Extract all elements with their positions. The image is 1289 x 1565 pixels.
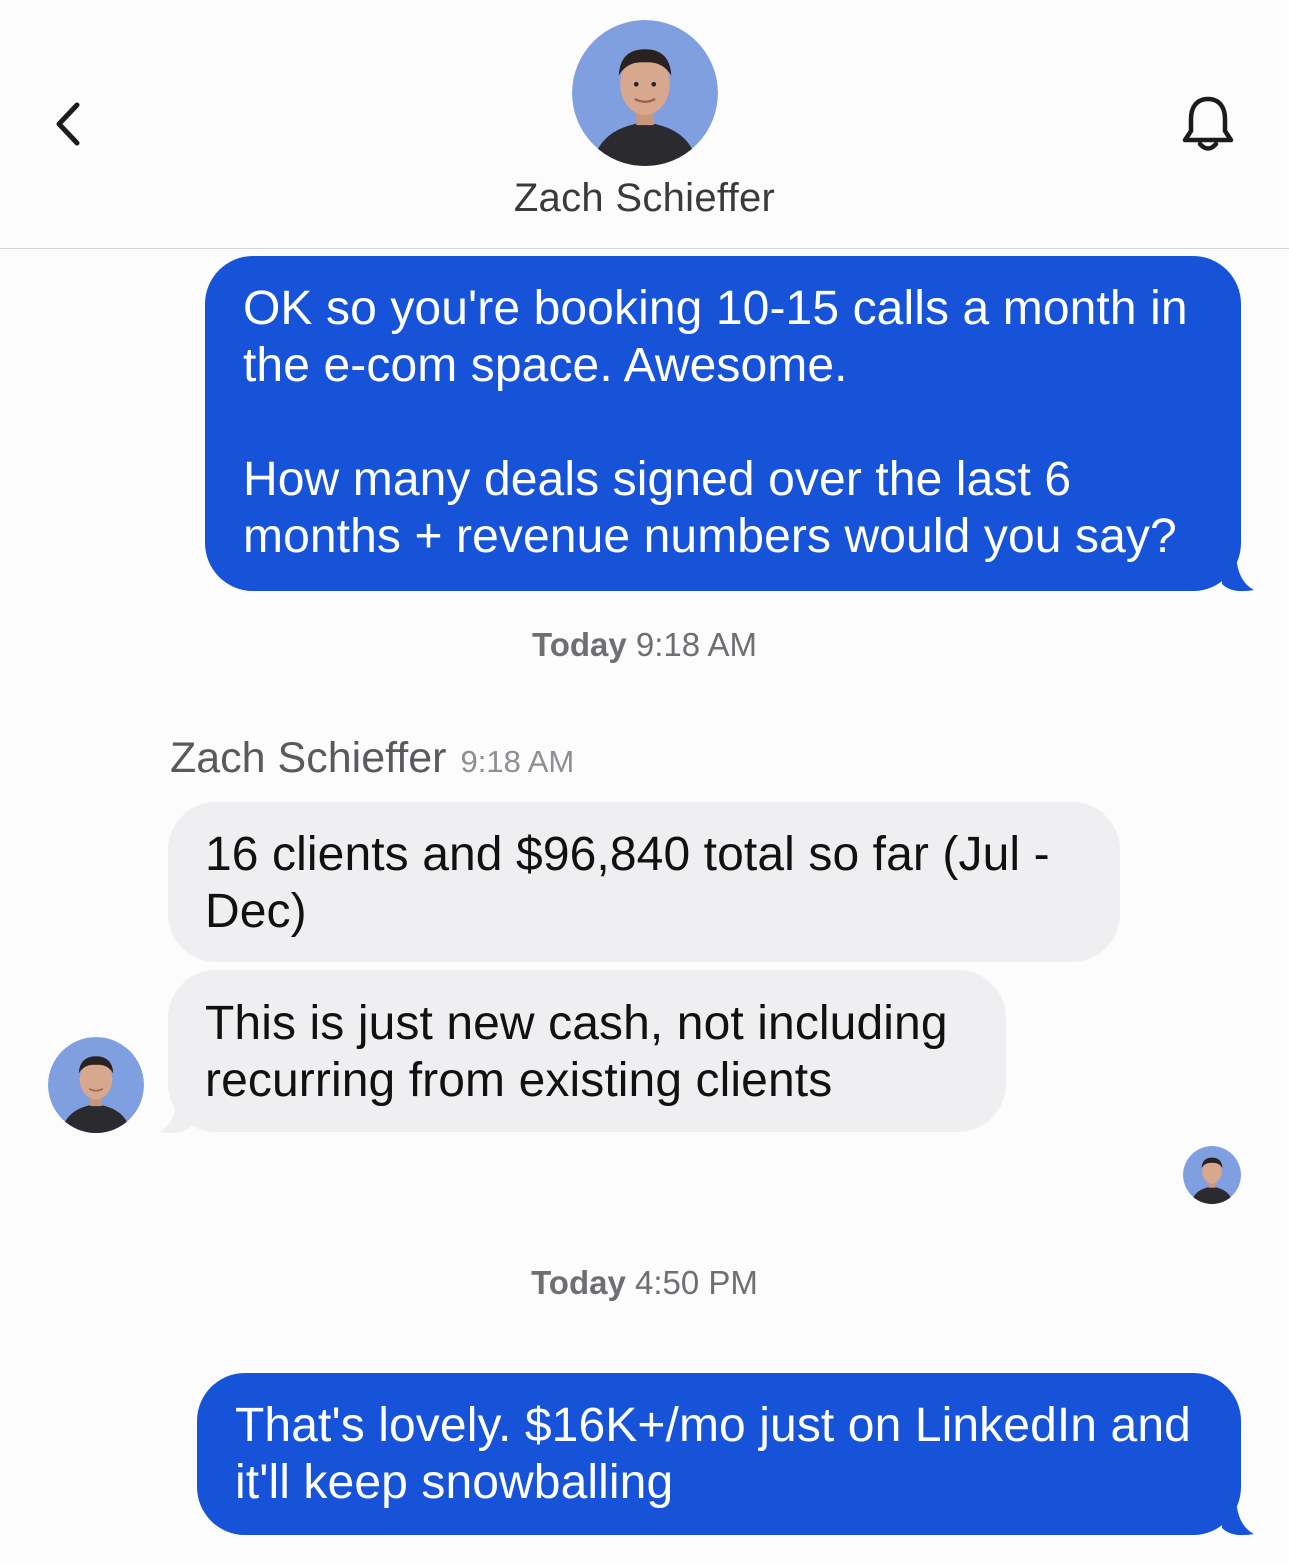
message-text: This is just new cash, not including rec… <box>205 997 948 1107</box>
read-receipt-avatar <box>1183 1146 1241 1204</box>
notifications-button[interactable] <box>1176 92 1240 158</box>
chevron-left-icon <box>56 102 80 146</box>
timestamp-divider: Today 9:18 AM <box>0 626 1289 664</box>
contact-name[interactable]: Zach Schieffer <box>0 176 1289 221</box>
timestamp-time: 9:18 AM <box>635 626 757 663</box>
timestamp-day: Today <box>531 1264 626 1301</box>
sender-name: Zach Schieffer <box>170 734 447 782</box>
back-button[interactable] <box>42 98 94 150</box>
timestamp-time: 4:50 PM <box>635 1264 758 1301</box>
bell-icon <box>1182 96 1234 151</box>
bubble-tail <box>1222 556 1254 592</box>
bubble-tail <box>159 1098 191 1134</box>
message-text: That's lovely. $16K+/mo just on LinkedIn… <box>235 1399 1191 1509</box>
message-text: 16 clients and $96,840 total so far (Jul… <box>205 828 1050 938</box>
incoming-message[interactable]: This is just new cash, not including rec… <box>168 970 1006 1132</box>
timestamp-day: Today <box>532 626 627 663</box>
timestamp-divider: Today 4:50 PM <box>0 1264 1289 1302</box>
outgoing-message[interactable]: OK so you're booking 10-15 calls a month… <box>205 256 1241 591</box>
sender-time: 9:18 AM <box>460 744 575 779</box>
contact-avatar[interactable] <box>572 20 718 166</box>
sender-line: Zach Schieffer 9:18 AM <box>170 734 574 783</box>
conversation-header: Zach Schieffer <box>0 0 1289 249</box>
outgoing-message[interactable]: That's lovely. $16K+/mo just on LinkedIn… <box>197 1373 1241 1535</box>
incoming-message[interactable]: 16 clients and $96,840 total so far (Jul… <box>168 802 1120 962</box>
bubble-tail <box>1222 1500 1254 1536</box>
message-text: OK so you're booking 10-15 calls a month… <box>243 282 1188 563</box>
sender-avatar[interactable] <box>48 1037 144 1133</box>
